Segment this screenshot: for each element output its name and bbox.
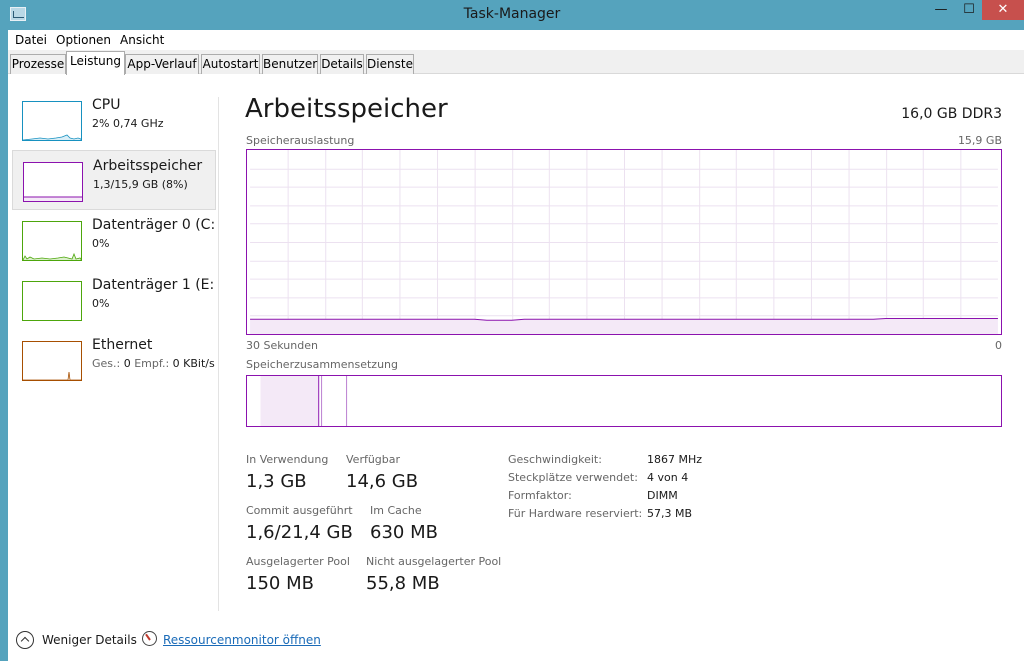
tab-prozesse[interactable]: Prozesse: [10, 54, 66, 74]
speed-label: Geschwindigkeit:: [508, 453, 602, 466]
close-button[interactable]: ✕: [982, 0, 1024, 20]
memory-usage-graph: [246, 149, 1002, 335]
sidebar-item-title: Datenträger 1 (E: F: [92, 277, 216, 293]
committed-value: 1,6/21,4 GB: [246, 522, 353, 543]
sidebar-item-subtitle: 2% 0,74 GHz: [92, 117, 164, 130]
resource-monitor-link[interactable]: Ressourcenmonitor öffnen: [163, 633, 321, 647]
graph-label: Speicherauslastung: [246, 134, 355, 147]
sent-value: 0: [123, 357, 131, 370]
hardware-reserved-label: Für Hardware reserviert:: [508, 507, 643, 520]
sidebar-item-cpu[interactable]: CPU 2% 0,74 GHz: [12, 90, 216, 150]
sidebar-item-subtitle: 0%: [92, 297, 110, 310]
menu-bar: Datei Optionen Ansicht: [8, 30, 1024, 50]
tab-dienste[interactable]: Dienste: [366, 54, 414, 74]
cached-value: 630 MB: [370, 522, 438, 543]
maximize-button[interactable]: ☐: [956, 0, 982, 20]
form-factor-label: Formfaktor:: [508, 489, 572, 502]
fewer-details-chevron-icon[interactable]: [16, 631, 34, 649]
time-zero-label: 0: [995, 339, 1002, 352]
performance-content: CPU 2% 0,74 GHz Arbeitsspeicher 1,3/15,9…: [8, 75, 1024, 661]
sidebar-item-subtitle: Ges.: 0 Empf.: 0 KBit/s: [92, 357, 215, 370]
paged-pool-label: Ausgelagerter Pool: [246, 555, 350, 568]
sidebar-item-title: Datenträger 0 (C:): [92, 217, 216, 233]
tab-strip: Prozesse Leistung App-Verlauf Autostart …: [8, 50, 1024, 75]
speed-value: 1867 MHz: [647, 453, 703, 466]
in-use-value: 1,3 GB: [246, 471, 307, 492]
memory-thumbnail: [23, 162, 83, 202]
sidebar-item-datentraeger-0[interactable]: Datenträger 0 (C:) 0%: [12, 210, 216, 270]
tab-app-verlauf[interactable]: App-Verlauf: [125, 54, 199, 74]
available-value: 14,6 GB: [346, 471, 419, 492]
task-manager-window: Datei Optionen Ansicht Prozesse Leistung…: [8, 30, 1024, 661]
received-label: Empf.:: [134, 357, 170, 370]
sidebar-item-title: Arbeitsspeicher: [93, 158, 203, 174]
nonpaged-pool-value: 55,8 MB: [366, 573, 440, 594]
menu-ansicht[interactable]: Ansicht: [120, 33, 164, 47]
sent-label: Ges.:: [92, 357, 121, 370]
form-factor-value: DIMM: [647, 489, 678, 502]
sidebar-item-title: CPU: [92, 97, 121, 113]
usage-area: [250, 318, 998, 334]
cached-label: Im Cache: [370, 504, 422, 517]
sidebar-item-arbeitsspeicher[interactable]: Arbeitsspeicher 1,3/15,9 GB (8%): [12, 150, 216, 210]
hardware-reserved-value: 57,3 MB: [647, 507, 693, 520]
nonpaged-pool-label: Nicht ausgelagerter Pool: [366, 555, 502, 568]
sidebar-divider: [218, 97, 219, 611]
paged-pool-value: 150 MB: [246, 573, 314, 594]
committed-label: Commit ausgeführt: [246, 504, 353, 517]
composition-in-use: [260, 376, 319, 426]
sidebar-item-datentraeger-1[interactable]: Datenträger 1 (E: F 0%: [12, 270, 216, 330]
tab-details[interactable]: Details: [320, 54, 364, 74]
slots-value: 4 von 4: [647, 471, 689, 484]
sidebar-item-ethernet[interactable]: Ethernet Ges.: 0 Empf.: 0 KBit/s: [12, 330, 216, 390]
slots-label: Steckplätze verwendet:: [508, 471, 638, 484]
menu-optionen[interactable]: Optionen: [56, 33, 111, 47]
graph-max-label: 15,9 GB: [957, 134, 1002, 147]
received-value: 0 KBit/s: [172, 357, 215, 370]
composition-label: Speicherzusammensetzung: [246, 358, 398, 371]
sidebar-item-title: Ethernet: [92, 337, 153, 353]
memory-spec: 16,0 GB DDR3: [901, 106, 1002, 122]
title-bar: Task-Manager — ☐ ✕: [0, 0, 1024, 30]
fewer-details-button[interactable]: Weniger Details: [42, 633, 137, 647]
tab-leistung[interactable]: Leistung: [66, 51, 125, 75]
sidebar-item-subtitle: 0%: [92, 237, 110, 250]
window-title: Task-Manager: [463, 6, 561, 22]
resource-monitor-icon: [142, 631, 157, 646]
minimize-button[interactable]: —: [928, 0, 954, 20]
menu-datei[interactable]: Datei: [15, 33, 47, 47]
available-label: Verfügbar: [346, 453, 401, 466]
disk0-thumbnail: [22, 221, 82, 261]
page-title: Arbeitsspeicher: [245, 94, 448, 124]
cpu-thumbnail: [22, 101, 82, 141]
tab-benutzer[interactable]: Benutzer: [262, 54, 318, 74]
time-window-label: 30 Sekunden: [246, 339, 318, 352]
ethernet-thumbnail: [22, 341, 82, 381]
tab-autostart[interactable]: Autostart: [201, 54, 260, 74]
memory-composition-bar: [246, 375, 1002, 427]
in-use-label: In Verwendung: [246, 453, 329, 466]
disk1-thumbnail: [22, 281, 82, 321]
sidebar-item-subtitle: 1,3/15,9 GB (8%): [93, 178, 188, 191]
